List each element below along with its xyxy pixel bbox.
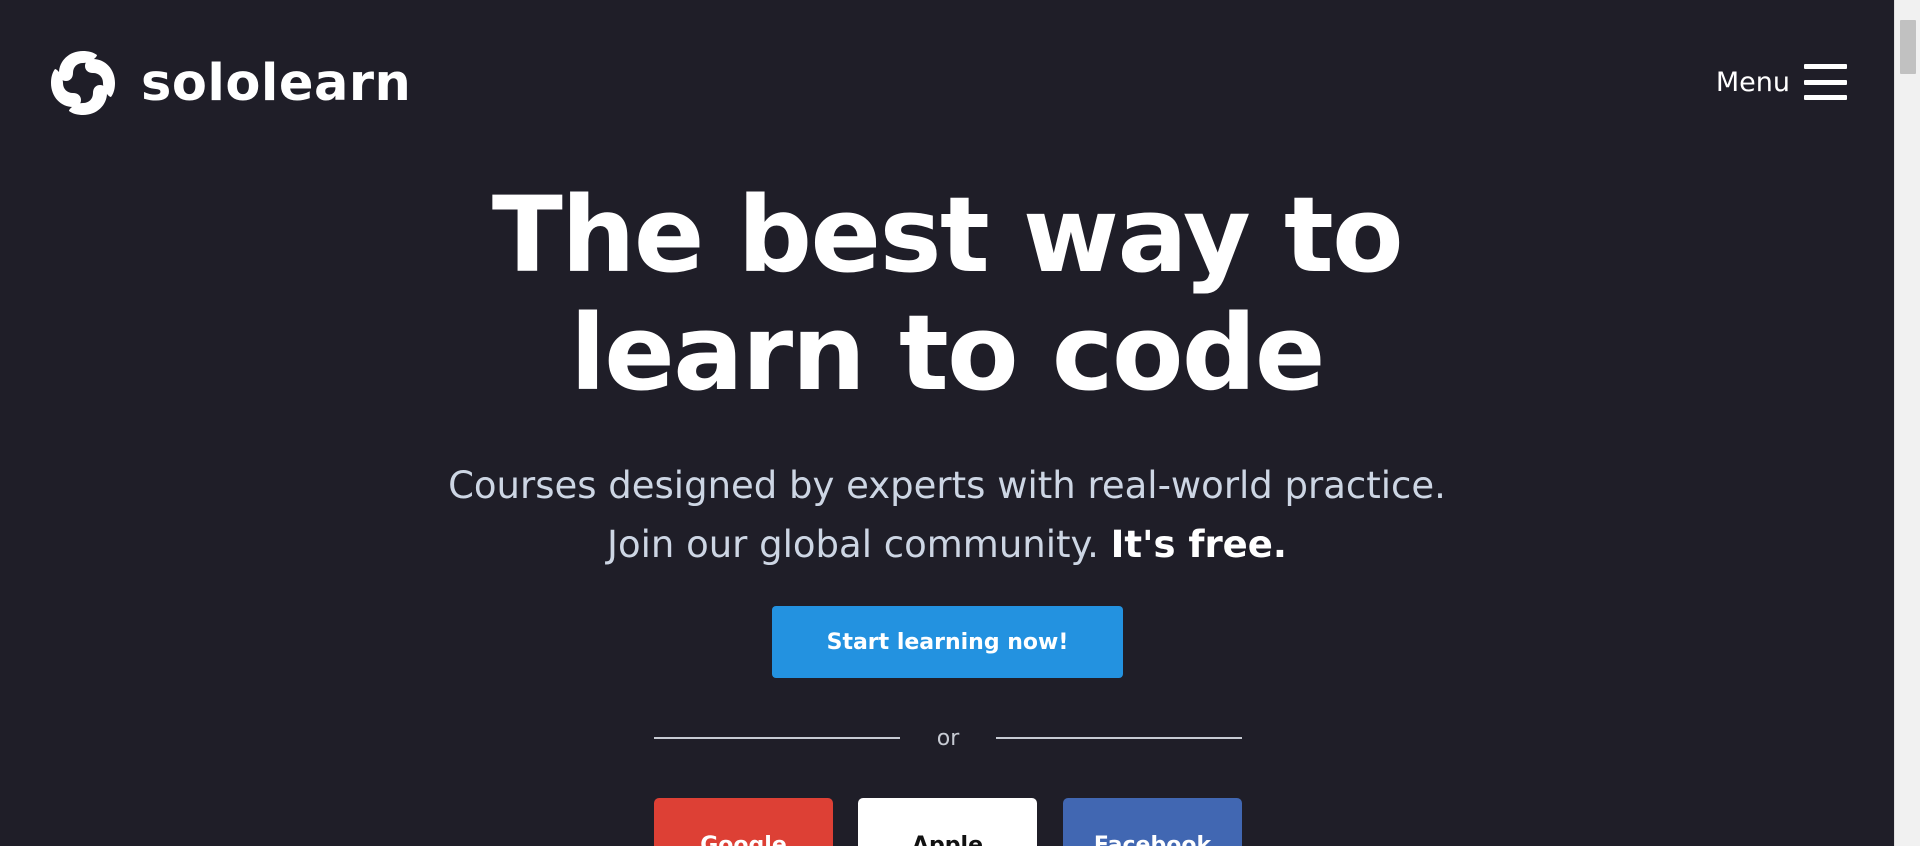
- vertical-scrollbar[interactable]: [1894, 0, 1920, 846]
- or-divider: or: [654, 722, 1242, 754]
- divider-line-left: [654, 737, 900, 739]
- divider-line-right: [996, 737, 1242, 739]
- hero-subtitle-line-2: Join our global community.: [607, 523, 1099, 566]
- scrollbar-thumb[interactable]: [1900, 20, 1916, 74]
- start-learning-button[interactable]: Start learning now!: [772, 606, 1123, 678]
- menu-label: Menu: [1715, 66, 1790, 98]
- divider-text: or: [936, 725, 960, 751]
- hamburger-bar: [1804, 64, 1847, 69]
- hero-title-line-1: The best way to: [491, 174, 1404, 296]
- hero-title-line-2: learn to code: [570, 292, 1325, 414]
- sololearn-swirl-logo-icon: [51, 51, 115, 115]
- apple-login-button[interactable]: Apple: [858, 798, 1037, 846]
- hero-subtitle-emphasis: It's free.: [1110, 523, 1287, 566]
- facebook-login-button[interactable]: Facebook: [1063, 798, 1242, 846]
- hamburger-menu-icon: [1804, 64, 1847, 100]
- hero-subtitle-line-1: Courses designed by experts with real-wo…: [448, 464, 1446, 507]
- google-login-button[interactable]: Google: [654, 798, 833, 846]
- menu-button[interactable]: Menu: [1716, 64, 1847, 100]
- hamburger-bar: [1804, 95, 1847, 100]
- hero-subtitle: Courses designed by experts with real-wo…: [0, 456, 1894, 574]
- browser-viewport: sololearn Menu The best way to learn to …: [0, 0, 1920, 846]
- hamburger-bar: [1804, 79, 1847, 85]
- brand-name: sololearn: [141, 53, 412, 113]
- sololearn-logo[interactable]: sololearn: [47, 47, 411, 119]
- hero-title: The best way to learn to code: [0, 176, 1894, 412]
- page: sololearn Menu The best way to learn to …: [0, 0, 1894, 846]
